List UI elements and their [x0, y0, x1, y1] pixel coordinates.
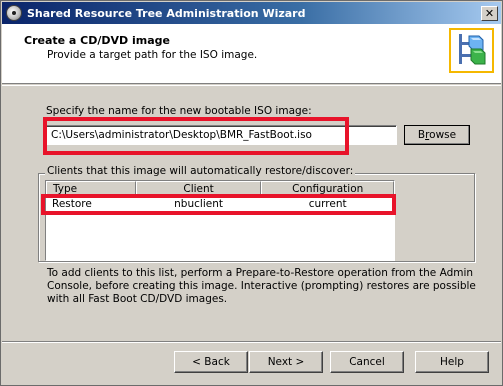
wizard-window: Shared Resource Tree Administration Wiza… — [0, 0, 503, 386]
window-title: Shared Resource Tree Administration Wiza… — [27, 6, 306, 20]
clients-list-header: Type Client Configuration — [46, 181, 394, 196]
table-row[interactable]: Restore nbuclient current — [46, 196, 394, 211]
footer-divider-highlight — [2, 342, 501, 343]
clients-list[interactable]: Type Client Configuration Restore nbucli… — [45, 180, 395, 261]
clients-group-label: Clients that this image will automatical… — [45, 165, 356, 177]
cell-configuration: current — [308, 197, 347, 210]
cancel-button[interactable]: Cancel — [330, 351, 404, 373]
browse-button[interactable]: Browse — [404, 125, 470, 145]
shared-resource-tree-icon — [449, 28, 494, 73]
close-button[interactable]: ✕ — [481, 5, 498, 21]
iso-path-label: Specify the name for the new bootable IS… — [46, 105, 312, 117]
header-divider — [2, 85, 501, 86]
app-icon — [6, 5, 22, 21]
browse-button-label: Browse — [418, 129, 456, 141]
back-button[interactable]: < Back — [174, 351, 248, 373]
help-button[interactable]: Help — [415, 351, 489, 373]
title-bar[interactable]: Shared Resource Tree Administration Wiza… — [2, 2, 501, 24]
cell-type: Restore — [52, 197, 92, 210]
page-title: Create a CD/DVD image — [24, 34, 170, 47]
iso-path-input[interactable] — [45, 125, 397, 145]
browse-label-text: Browse — [417, 129, 457, 141]
cell-client: nbuclient — [174, 197, 223, 210]
column-header-type[interactable]: Type — [46, 181, 136, 196]
column-header-client[interactable]: Client — [135, 181, 262, 196]
column-header-configuration[interactable]: Configuration — [261, 181, 394, 196]
wizard-header: Create a CD/DVD image Provide a target p… — [2, 24, 501, 84]
next-button[interactable]: Next > — [249, 351, 323, 373]
instructions-text: To add clients to this list, perform a P… — [47, 267, 476, 305]
page-subtitle: Provide a target path for the ISO image. — [47, 49, 258, 61]
